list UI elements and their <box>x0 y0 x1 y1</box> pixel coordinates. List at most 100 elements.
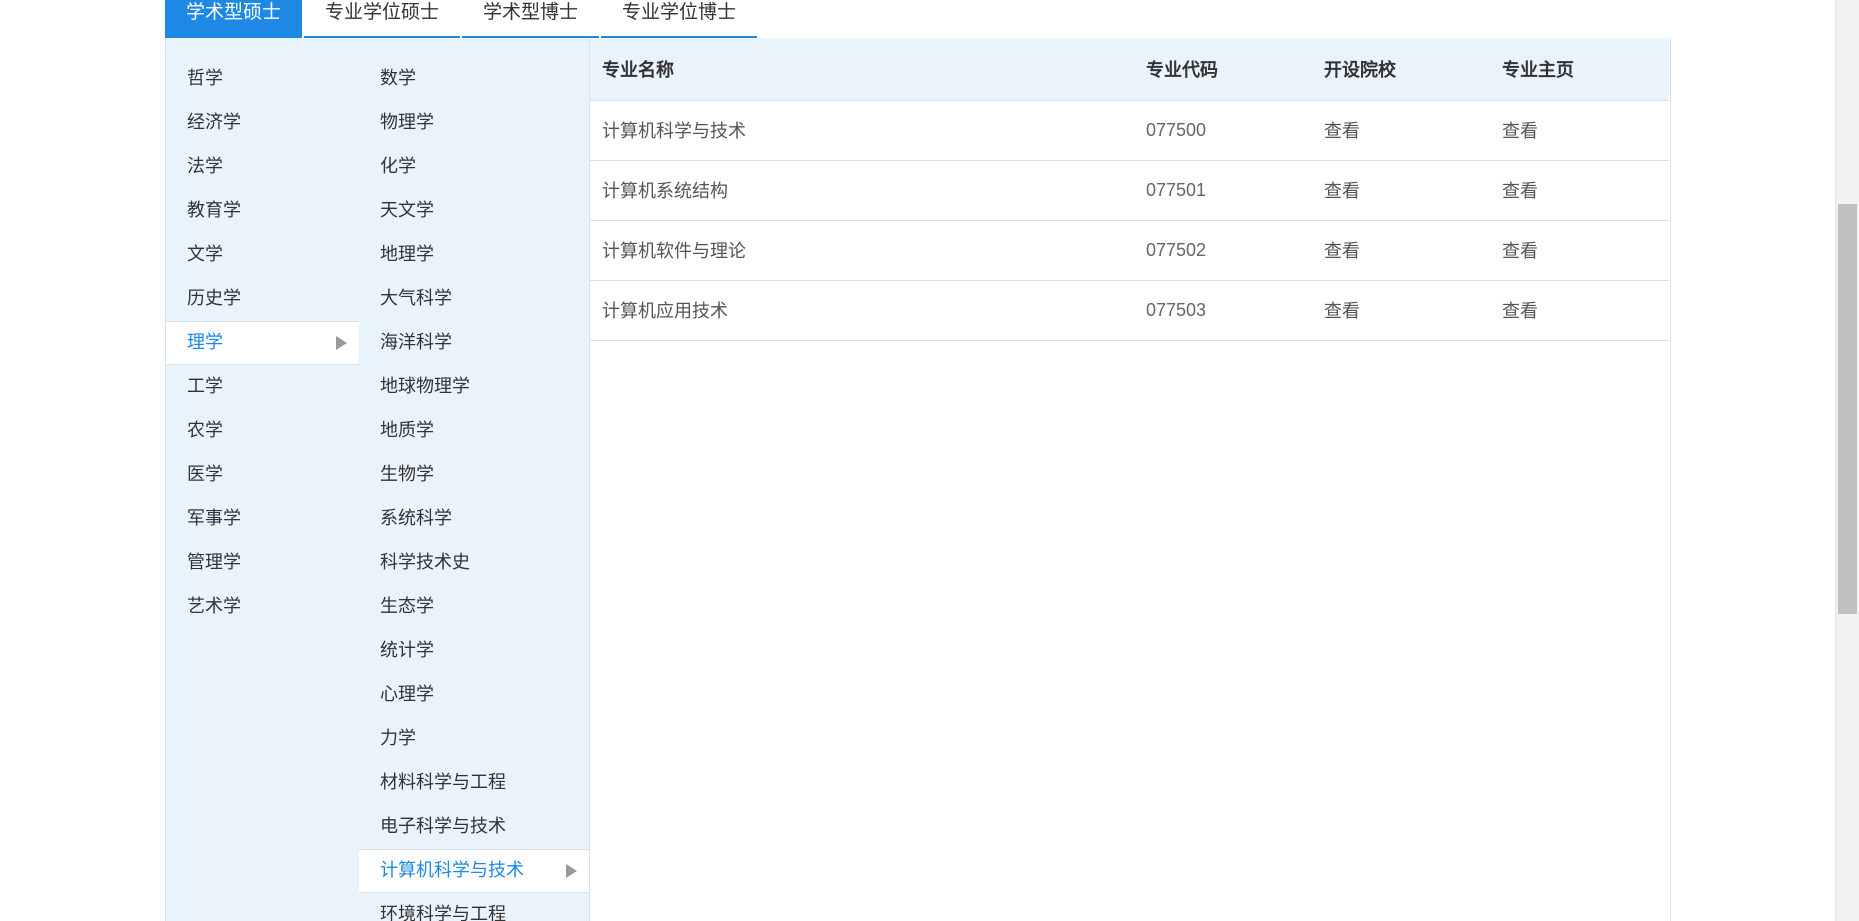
category-item-science[interactable]: 理学 <box>166 321 359 365</box>
tab-professional-doctor[interactable]: 专业学位博士 <box>601 0 758 38</box>
category-item-medicine[interactable]: 医学 <box>166 453 359 497</box>
category-label: 医学 <box>187 464 223 485</box>
table-row: 计算机软件与理论 077502 查看 查看 <box>590 220 1669 281</box>
table-row: 计算机系统结构 077501 查看 查看 <box>590 160 1669 221</box>
header-homepage: 专业主页 <box>1490 38 1669 101</box>
subcategory-item[interactable]: 生态学 <box>359 585 589 629</box>
subcategory-label: 地球物理学 <box>380 376 470 397</box>
subcategory-item[interactable]: 地质学 <box>359 409 589 453</box>
subcategory-item-computer-science[interactable]: 计算机科学与技术 <box>359 849 589 893</box>
category-column: 哲学 经济学 法学 教育学 文学 历史学 理学 工学 农学 医学 军事学 管理学… <box>166 38 360 921</box>
category-label: 教育学 <box>187 200 241 221</box>
subcategory-item[interactable]: 力学 <box>359 717 589 761</box>
category-item-military[interactable]: 军事学 <box>166 497 359 541</box>
table-row: 计算机应用技术 077503 查看 查看 <box>590 280 1669 341</box>
subcategory-item[interactable]: 科学技术史 <box>359 541 589 585</box>
subcategory-label: 心理学 <box>380 684 434 705</box>
category-item-economics[interactable]: 经济学 <box>166 101 359 145</box>
subcategory-label: 生态学 <box>380 596 434 617</box>
major-code: 077500 <box>1134 100 1312 161</box>
category-label: 理学 <box>187 332 223 353</box>
major-name: 计算机科学与技术 <box>590 100 1134 161</box>
subcategory-item[interactable]: 环境科学与工程 <box>359 893 589 921</box>
category-item-history[interactable]: 历史学 <box>166 277 359 321</box>
category-label: 军事学 <box>187 508 241 529</box>
category-item-philosophy[interactable]: 哲学 <box>166 57 359 101</box>
header-major-name: 专业名称 <box>590 38 1134 101</box>
subcategory-label: 系统科学 <box>380 508 452 529</box>
degree-tabs: 学术型硕士 专业学位硕士 学术型博士 专业学位博士 <box>165 0 759 38</box>
subcategory-label: 地质学 <box>380 420 434 441</box>
subcategory-label: 材料科学与工程 <box>380 772 506 793</box>
subcategory-label: 化学 <box>380 156 416 177</box>
triangle-right-icon <box>566 864 577 878</box>
view-homepage-link[interactable]: 查看 <box>1502 181 1538 202</box>
major-table-panel: 专业名称 专业代码 开设院校 专业主页 计算机科学与技术 077500 查看 查… <box>590 38 1669 921</box>
category-item-education[interactable]: 教育学 <box>166 189 359 233</box>
category-item-law[interactable]: 法学 <box>166 145 359 189</box>
subcategory-label: 科学技术史 <box>380 552 470 573</box>
subcategory-item[interactable]: 统计学 <box>359 629 589 673</box>
subcategory-item[interactable]: 天文学 <box>359 189 589 233</box>
view-homepage-link[interactable]: 查看 <box>1502 121 1538 142</box>
subcategory-label: 电子科学与技术 <box>380 816 506 837</box>
subcategory-item[interactable]: 地球物理学 <box>359 365 589 409</box>
major-name: 计算机应用技术 <box>590 280 1134 341</box>
subcategory-item[interactable]: 数学 <box>359 57 589 101</box>
major-name: 计算机软件与理论 <box>590 220 1134 281</box>
view-schools-link[interactable]: 查看 <box>1324 241 1360 262</box>
category-item-literature[interactable]: 文学 <box>166 233 359 277</box>
view-schools-link[interactable]: 查看 <box>1324 301 1360 322</box>
subcategory-label: 数学 <box>380 68 416 89</box>
table-header-row: 专业名称 专业代码 开设院校 专业主页 <box>590 38 1669 101</box>
category-label: 管理学 <box>187 552 241 573</box>
tab-professional-master[interactable]: 专业学位硕士 <box>304 0 461 38</box>
major-code: 077503 <box>1134 280 1312 341</box>
subcategory-column: 数学 物理学 化学 天文学 地理学 大气科学 海洋科学 地球物理学 地质学 生物… <box>359 38 590 921</box>
scrollbar-thumb[interactable] <box>1838 204 1857 614</box>
category-item-art[interactable]: 艺术学 <box>166 585 359 629</box>
view-schools-link[interactable]: 查看 <box>1324 121 1360 142</box>
view-homepage-link[interactable]: 查看 <box>1502 241 1538 262</box>
header-schools: 开设院校 <box>1312 38 1490 101</box>
view-schools-link[interactable]: 查看 <box>1324 181 1360 202</box>
category-label: 哲学 <box>187 68 223 89</box>
subcategory-item[interactable]: 材料科学与工程 <box>359 761 589 805</box>
subcategory-label: 物理学 <box>380 112 434 133</box>
subcategory-item[interactable]: 物理学 <box>359 101 589 145</box>
page-scrollbar[interactable] <box>1835 0 1859 921</box>
subcategory-label: 计算机科学与技术 <box>380 860 524 881</box>
subcategory-label: 地理学 <box>380 244 434 265</box>
category-item-management[interactable]: 管理学 <box>166 541 359 585</box>
subcategory-item[interactable]: 心理学 <box>359 673 589 717</box>
subcategory-label: 大气科学 <box>380 288 452 309</box>
subcategory-item[interactable]: 大气科学 <box>359 277 589 321</box>
subcategory-label: 天文学 <box>380 200 434 221</box>
view-homepage-link[interactable]: 查看 <box>1502 301 1538 322</box>
major-code: 077501 <box>1134 160 1312 221</box>
subcategory-label: 统计学 <box>380 640 434 661</box>
tab-academic-doctor[interactable]: 学术型博士 <box>462 0 600 38</box>
subcategory-label: 海洋科学 <box>380 332 452 353</box>
category-label: 法学 <box>187 156 223 177</box>
page: 学术型硕士 专业学位硕士 学术型博士 专业学位博士 哲学 经济学 法学 教育学 … <box>0 0 1859 921</box>
subcategory-item[interactable]: 地理学 <box>359 233 589 277</box>
subcategory-item[interactable]: 生物学 <box>359 453 589 497</box>
subcategory-item[interactable]: 海洋科学 <box>359 321 589 365</box>
subcategory-item[interactable]: 电子科学与技术 <box>359 805 589 849</box>
tab-academic-master[interactable]: 学术型硕士 <box>165 0 303 38</box>
subcategory-item[interactable]: 化学 <box>359 145 589 189</box>
major-table: 专业名称 专业代码 开设院校 专业主页 计算机科学与技术 077500 查看 查… <box>590 38 1669 341</box>
category-label: 工学 <box>187 376 223 397</box>
subcategory-label: 生物学 <box>380 464 434 485</box>
category-item-agriculture[interactable]: 农学 <box>166 409 359 453</box>
category-label: 经济学 <box>187 112 241 133</box>
subcategory-label: 环境科学与工程 <box>380 904 506 921</box>
category-item-engineering[interactable]: 工学 <box>166 365 359 409</box>
major-browser: 哲学 经济学 法学 教育学 文学 历史学 理学 工学 农学 医学 军事学 管理学… <box>165 38 1671 921</box>
category-label: 艺术学 <box>187 596 241 617</box>
major-name: 计算机系统结构 <box>590 160 1134 221</box>
header-major-code: 专业代码 <box>1134 38 1312 101</box>
category-label: 历史学 <box>187 288 241 309</box>
subcategory-item[interactable]: 系统科学 <box>359 497 589 541</box>
